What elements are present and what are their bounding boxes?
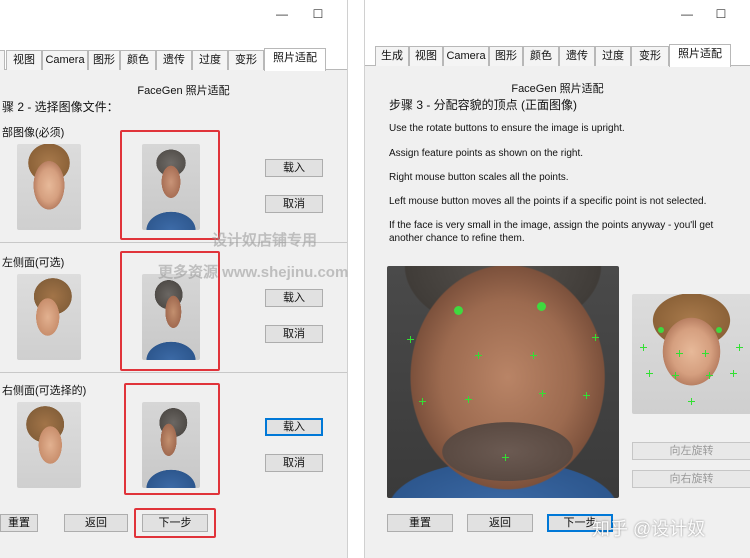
feature-point[interactable] [539, 390, 546, 397]
cancel-right-profile-button[interactable]: 取消 [265, 454, 323, 472]
left-profile-label: 左侧面(可选) [2, 257, 65, 269]
tab-strip-left: 视图 Camera 图形 颜色 遗传 过度 变形 照片适配 [0, 48, 347, 71]
reset-button[interactable]: 重置 [387, 514, 453, 532]
feature-point[interactable] [583, 392, 590, 399]
user-left-profile-photo[interactable] [142, 274, 200, 360]
feature-point[interactable] [475, 352, 482, 359]
rotate-right-button[interactable]: 向右旋转 [632, 470, 750, 488]
minimize-button[interactable]: — [272, 6, 292, 22]
feature-point[interactable] [407, 336, 414, 343]
load-left-profile-button[interactable]: 载入 [265, 289, 323, 307]
tab-morph[interactable]: 变形 [228, 50, 264, 70]
step-title: 骤 2 - 选择图像文件： [2, 100, 119, 114]
titlebar-right: — ☐ [365, 0, 750, 30]
titlebar-left: — ☐ [0, 0, 347, 30]
watermark-site: 更多资源 www.shejinu.com [158, 264, 349, 281]
tab-view[interactable]: 视图 [409, 46, 443, 66]
photofit-header: FaceGen 照片适配 [511, 83, 604, 95]
section-divider [0, 372, 347, 373]
cancel-front-button[interactable]: 取消 [265, 195, 323, 213]
front-fitting-photo[interactable] [387, 266, 619, 498]
feature-point [702, 350, 709, 357]
sample-front-photo [17, 144, 81, 230]
maximize-button[interactable]: ☐ [308, 6, 328, 22]
maximize-button[interactable]: ☐ [711, 6, 731, 22]
feature-point-eye-right[interactable] [537, 302, 546, 311]
feature-point [676, 350, 683, 357]
feature-point-eye-left [658, 327, 664, 333]
feature-point [706, 372, 713, 379]
tab-partial[interactable] [0, 50, 5, 70]
reference-photo [632, 294, 750, 414]
feature-point-eye-right [716, 327, 722, 333]
tab-tween[interactable]: 过度 [192, 50, 228, 70]
tab-view[interactable]: 视图 [6, 50, 42, 70]
tab-color[interactable]: 颜色 [523, 46, 559, 66]
window-right: — ☐ 生成 视图 Camera 图形 颜色 遗传 过度 变形 照片适配 Fac… [364, 0, 750, 558]
tab-genetics[interactable]: 遗传 [559, 46, 595, 66]
rotate-left-button[interactable]: 向左旋转 [632, 442, 750, 460]
tab-graphics[interactable]: 图形 [489, 46, 523, 66]
sample-right-profile-photo [17, 402, 81, 488]
photofit-header: FaceGen 照片适配 [137, 85, 230, 97]
minimize-button[interactable]: — [677, 6, 697, 22]
tab-photofit[interactable]: 照片适配 [264, 48, 326, 71]
photofit-content-left: FaceGen 照片适配 骤 2 - 选择图像文件： 部图像(必须) 载入 取消… [0, 70, 347, 558]
tab-strip-right: 生成 视图 Camera 图形 颜色 遗传 过度 变形 照片适配 [365, 44, 750, 67]
load-right-profile-button[interactable]: 载入 [265, 418, 323, 436]
tab-morph[interactable]: 变形 [631, 46, 669, 66]
feature-point [730, 370, 737, 377]
feature-point [646, 370, 653, 377]
tab-camera[interactable]: Camera [42, 50, 88, 70]
instruction-scale: Right mouse button scales all the points… [389, 172, 569, 183]
tab-genetics[interactable]: 遗传 [156, 50, 192, 70]
tab-graphics[interactable]: 图形 [88, 50, 120, 70]
photofit-content-right: FaceGen 照片适配 步骤 3 - 分配容貌的顶点 (正面图像) Use t… [365, 66, 750, 558]
sample-left-profile-photo [17, 274, 81, 360]
feature-point [640, 344, 647, 351]
feature-point[interactable] [592, 334, 599, 341]
feature-point[interactable] [530, 352, 537, 359]
feature-point[interactable] [502, 454, 509, 461]
instruction-move: Left mouse button moves all the points i… [389, 196, 707, 207]
next-button[interactable]: 下一步 [142, 514, 208, 532]
feature-point [688, 398, 695, 405]
instruction-small-face: If the face is very small in the image, … [389, 220, 714, 244]
tab-tween[interactable]: 过度 [595, 46, 631, 66]
cancel-left-profile-button[interactable]: 取消 [265, 325, 323, 343]
tab-camera[interactable]: Camera [443, 46, 489, 66]
feature-point [736, 344, 743, 351]
user-front-photo[interactable] [142, 144, 200, 230]
watermark-shop: 设计奴店铺专用 [212, 232, 318, 249]
back-button[interactable]: 返回 [467, 514, 533, 532]
load-front-button[interactable]: 载入 [265, 159, 323, 177]
tab-photofit[interactable]: 照片适配 [669, 44, 731, 67]
tab-generate[interactable]: 生成 [375, 46, 409, 66]
feature-point-eye-left[interactable] [454, 306, 463, 315]
user-right-profile-photo[interactable] [142, 402, 200, 488]
back-button[interactable]: 返回 [64, 514, 128, 532]
feature-point [672, 372, 679, 379]
watermark-zhihu: 知乎 @设计奴 [592, 519, 706, 539]
front-image-label: 部图像(必须) [2, 127, 65, 139]
reset-button[interactable]: 重置 [0, 514, 38, 532]
tab-color[interactable]: 颜色 [120, 50, 156, 70]
instruction-rotate: Use the rotate buttons to ensure the ima… [389, 123, 625, 134]
feature-point[interactable] [419, 398, 426, 405]
instruction-assign: Assign feature points as shown on the ri… [389, 148, 584, 159]
step-title: 步骤 3 - 分配容貌的顶点 (正面图像) [389, 98, 577, 112]
right-profile-label: 右侧面(可选择的) [2, 385, 87, 397]
feature-point[interactable] [465, 396, 472, 403]
